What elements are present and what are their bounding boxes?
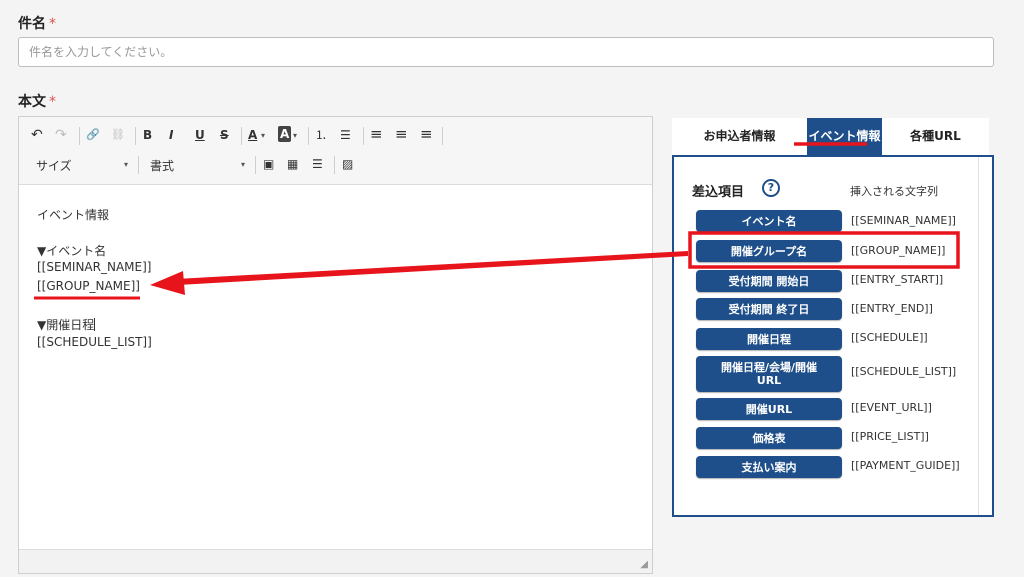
annotation-overlay: [34, 142, 960, 300]
highlight-box: [688, 231, 960, 269]
arrow-shaft: [176, 251, 688, 285]
arrow-head-icon: [150, 271, 185, 295]
